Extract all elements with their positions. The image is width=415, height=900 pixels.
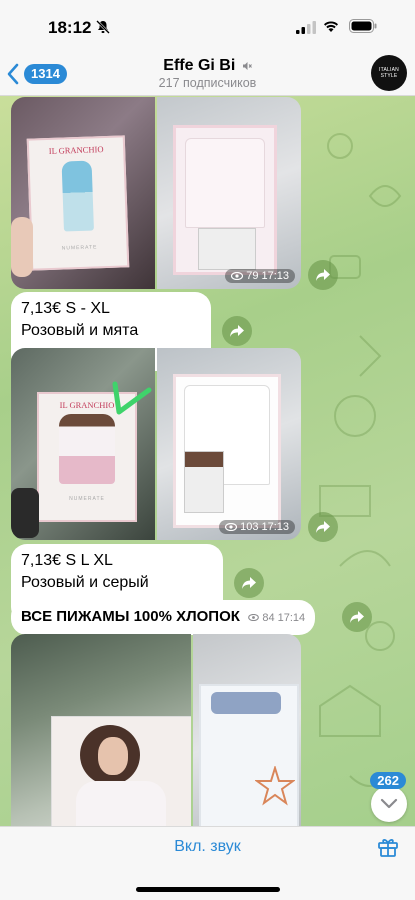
- share-button[interactable]: [308, 260, 338, 290]
- cellular-signal-icon: [296, 21, 316, 34]
- share-button[interactable]: [342, 602, 372, 632]
- model-face: [98, 737, 128, 775]
- share-arrow-icon: [316, 269, 330, 281]
- pajama-box-cover: [51, 716, 191, 826]
- share-button[interactable]: [308, 512, 338, 542]
- pajama-in-box: [199, 684, 299, 826]
- box-footer-label: NUMERATE: [61, 244, 98, 252]
- message-meta: 84 17:14: [248, 607, 305, 629]
- scroll-to-bottom-button[interactable]: [371, 786, 407, 822]
- message-views: 84: [262, 611, 275, 624]
- views-icon: [231, 272, 244, 280]
- views-icon: [248, 614, 260, 621]
- caption-colors: Розовый и серый: [21, 574, 149, 591]
- photo-views: 103: [240, 521, 259, 533]
- bell-off-icon: [96, 20, 110, 34]
- channel-title[interactable]: Effe Gi Bi: [0, 57, 415, 75]
- message-list[interactable]: IL GRANCHIO NUMERATE 79 17:13 7,13€ S - …: [0, 96, 415, 826]
- channel-avatar[interactable]: ITALIAN STYLE: [371, 55, 407, 91]
- home-indicator[interactable]: [136, 887, 280, 892]
- starfish-print: [255, 766, 295, 806]
- status-bar: 18:12: [0, 0, 415, 52]
- hand: [11, 488, 39, 538]
- subscriber-count: 217 подписчиков: [158, 76, 257, 90]
- box-footer-label: NUMERATE: [69, 496, 105, 502]
- battery-icon: [349, 19, 377, 33]
- message-bubble[interactable]: ВСЕ ПИЖАМЫ 100% ХЛОПОК 84 17:14: [11, 600, 316, 635]
- model-figure: [59, 414, 115, 484]
- product-photo-pajama[interactable]: 103 17:13: [157, 348, 301, 540]
- model-top: [76, 781, 166, 826]
- muted-icon: [242, 61, 252, 70]
- photo-meta: 79 17:13: [225, 269, 295, 283]
- gift-icon[interactable]: [377, 836, 399, 858]
- caption-price-sizes: 7,13€ S L XL: [21, 552, 113, 569]
- post-media-group: IL GRANCHIO NUMERATE 79 17:13: [11, 97, 301, 289]
- insert-card: [198, 228, 256, 270]
- share-arrow-icon: [230, 325, 244, 337]
- model-figure: [61, 160, 94, 232]
- wifi-icon: [324, 21, 338, 32]
- insert-card: [184, 451, 224, 513]
- status-time: 18:12: [48, 18, 92, 37]
- product-photo-box[interactable]: IL GRANCHIO NUMERATE: [11, 97, 155, 289]
- share-arrow-icon: [242, 577, 256, 589]
- avatar-logo-text: ITALIAN STYLE: [379, 67, 399, 79]
- post-media-group: IL GRANCHIO NUMERATE 103 17:13: [11, 348, 301, 540]
- message-text: ВСЕ ПИЖАМЫ 100% ХЛОПОК: [21, 608, 240, 625]
- print-graphic: [234, 469, 276, 489]
- channel-name: Effe Gi Bi: [163, 57, 236, 74]
- photo-views: 79: [246, 270, 259, 282]
- post-media-group: [11, 634, 301, 826]
- product-photo-pajama[interactable]: [193, 634, 301, 826]
- pajama-in-box: [173, 125, 277, 275]
- hand: [11, 217, 33, 277]
- product-photo-pajama[interactable]: 79 17:13: [157, 97, 301, 289]
- product-photo-model[interactable]: [11, 634, 191, 826]
- share-arrow-icon: [316, 521, 330, 533]
- checkmark-annotation: [112, 381, 152, 415]
- pajama-top: [185, 138, 265, 228]
- share-arrow-icon: [350, 611, 364, 623]
- wallpaper-pattern: [319, 133, 402, 787]
- product-photo-box[interactable]: IL GRANCHIO NUMERATE: [11, 348, 155, 540]
- message-time: 17:14: [277, 611, 306, 624]
- caption-price-sizes: 7,13€ S - XL: [21, 300, 110, 317]
- photo-meta: 103 17:13: [219, 520, 295, 534]
- pajama-box-cover: IL GRANCHIO NUMERATE: [26, 135, 130, 271]
- bottom-bar: Вкл. звук: [0, 826, 415, 900]
- photo-time: 17:13: [261, 521, 289, 533]
- chat-header: 1314 Effe Gi Bi 217 подписчиков ITALIAN …: [0, 52, 415, 96]
- unread-count-badge: 262: [370, 772, 406, 789]
- photo-time: 17:13: [261, 270, 289, 282]
- pajama-in-box: [173, 374, 281, 528]
- share-button[interactable]: [234, 568, 264, 598]
- chevron-down-icon: [380, 798, 398, 809]
- brand-label: IL GRANCHIO: [48, 144, 104, 156]
- views-icon: [225, 523, 238, 531]
- pajama-shorts: [211, 692, 281, 714]
- share-button[interactable]: [222, 316, 252, 346]
- unmute-button[interactable]: Вкл. звук: [0, 838, 415, 856]
- caption-colors: Розовый и мята: [21, 322, 139, 339]
